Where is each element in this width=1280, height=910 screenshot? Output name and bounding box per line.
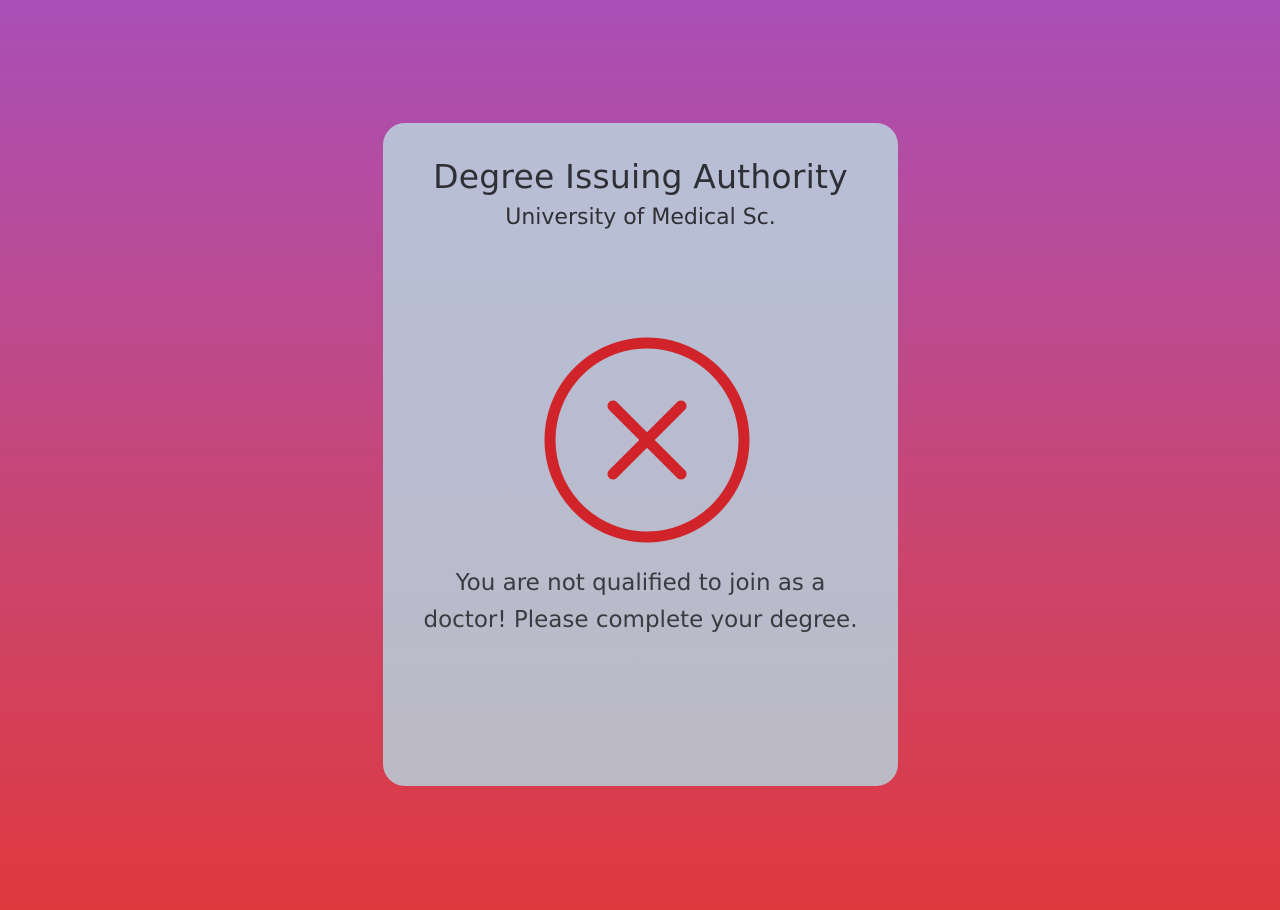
error-message-line-1: You are not qualified to join as a — [455, 570, 826, 596]
dialog-title: Degree Issuing Authority — [433, 157, 848, 196]
verification-result-card: Degree Issuing Authority University of M… — [383, 123, 898, 786]
error-message: You are not qualified to join as a docto… — [383, 565, 898, 639]
error-message-line-2: doctor! Please complete your degree. — [423, 607, 858, 633]
dialog-subtitle: University of Medical Sc. — [505, 205, 776, 230]
close-circle-icon — [544, 337, 750, 543]
